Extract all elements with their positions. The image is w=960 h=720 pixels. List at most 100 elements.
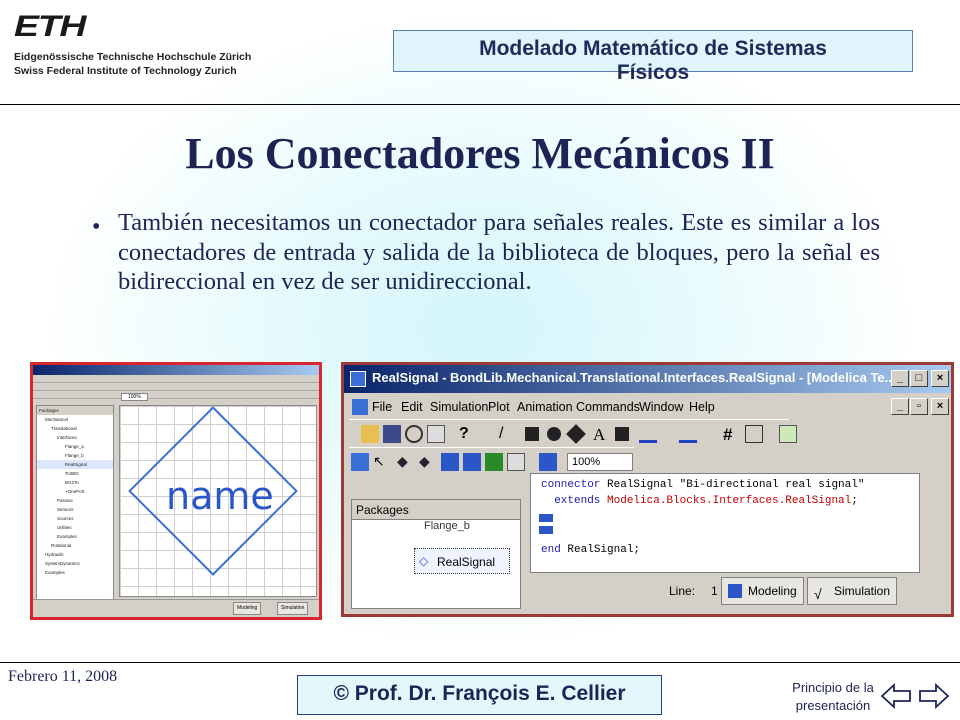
tree-item[interactable]: Passive [37,496,113,505]
polygon-tool-icon[interactable] [566,424,586,444]
cursor-icon[interactable]: ↖ [373,453,391,471]
left-status-bar: Modeling Simulation [33,599,319,617]
line-color-icon[interactable] [639,425,657,443]
tab-simulation[interactable]: √ Simulation [807,577,898,605]
menu-plot[interactable]: Plot [488,400,510,414]
package-item[interactable]: Flange_b [424,520,470,532]
tree-item[interactable]: Examples [37,568,113,577]
icon-view-icon[interactable] [441,453,459,471]
connector-icon [539,526,553,534]
tree-item[interactable]: +OnePort [37,487,113,496]
tree-item-selected[interactable]: RealSignal [37,460,113,469]
tab-modeling[interactable]: Modeling [721,577,804,605]
info-icon[interactable] [485,453,503,471]
footer-date: Febrero 11, 2008 [8,668,118,685]
forward-arrow-icon[interactable]: ◆ [419,453,437,471]
minimize-icon[interactable]: _ [891,370,909,387]
grid-icon[interactable]: # [723,425,741,444]
next-arrow-icon[interactable] [919,682,950,710]
tree-item[interactable]: Examples [37,532,113,541]
tree-item[interactable]: Utilities [37,523,113,532]
bullet-text: También necesitamos un conectador para s… [118,209,880,295]
line-value: 1 [711,584,718,598]
left-toolbar-1 [33,383,319,391]
check-model-icon[interactable] [779,425,797,443]
left-diagram-canvas[interactable]: name [119,405,317,597]
search-icon[interactable] [405,425,423,443]
code-line-2: extends Modelica.Blocks.Interfaces.RealS… [541,495,858,507]
menu-animation[interactable]: Animation [517,400,573,414]
menu-window[interactable]: Window [639,400,683,414]
menu-help[interactable]: Help [689,400,715,414]
menu-file[interactable]: File [372,400,392,414]
doc-minimize-icon[interactable]: _ [891,398,909,415]
documentation-icon[interactable] [539,453,557,471]
menu-commands[interactable]: Commands [576,400,640,414]
code-editor[interactable]: connector RealSignal "Bi-directional rea… [530,473,920,573]
doc-restore-icon[interactable]: ▫ [910,398,928,415]
save-icon[interactable] [383,425,401,443]
close-icon[interactable]: × [931,370,949,387]
ellipse-tool-icon[interactable] [547,427,561,441]
menu-simulation[interactable]: Simulation [430,400,488,414]
left-tree-header: Packages [37,406,113,415]
course-title: Modelado Matemático de Sistemas Físicos [393,34,913,88]
left-menubar [33,375,319,383]
tree-item[interactable]: Sources [37,514,113,523]
fill-color-icon[interactable] [679,425,697,443]
text-view-icon[interactable] [507,453,525,471]
tree-item[interactable]: To2BG [37,469,113,478]
tab-modeling-label: Modeling [748,584,797,598]
simulation-icon: √ [814,586,822,602]
link-line1: Principio de la [792,680,874,695]
package-item-selected[interactable]: ◇ RealSignal [414,548,510,574]
line-label: Line: [669,584,696,598]
left-toolbar-2: 100% [33,391,319,401]
help-icon[interactable]: ? [459,425,477,443]
menu-edit[interactable]: Edit [401,400,423,414]
tree-item[interactable]: Sensors [37,505,113,514]
eth-logo-line1: Eidgenössische Technische Hochschule Zür… [14,51,252,63]
eth-logo-line2: Swiss Federal Institute of Technology Zu… [14,65,237,77]
tree-item[interactable]: Flange_a [37,442,113,451]
right-status-bar: Line: 1 Modeling √ Simulation [659,575,939,607]
bitmap-tool-icon[interactable] [615,427,629,441]
left-package-tree: Packages Mechanical Translational Interf… [36,405,114,601]
doc-close-icon[interactable]: × [931,398,949,415]
tree-item[interactable]: BG2To [37,478,113,487]
diagram-layer-icon[interactable] [463,453,481,471]
header-divider [0,104,960,105]
packages-header: Packages [352,500,520,520]
eth-logo: ETH Eidgenössische Technische Hochschule… [14,12,252,82]
tree-item[interactable]: Rotational [37,541,113,550]
zoom-select[interactable]: 100% [567,453,633,471]
tree-item[interactable]: SystemDynamics [37,559,113,568]
maximize-icon[interactable]: □ [910,370,928,387]
tree-item[interactable]: Mechanical [37,415,113,424]
back-arrow-icon[interactable]: ◆ [397,453,415,471]
line-tool-icon[interactable]: / [499,425,517,443]
diagram-view-icon[interactable] [351,453,369,471]
start-of-presentation-link[interactable]: Principio de la presentación [788,679,878,715]
bullet-marker: • [92,214,101,240]
open-folder-icon[interactable] [361,425,379,443]
tree-item[interactable]: Interfaces [37,433,113,442]
right-menubar: File Edit Simulation Plot Animation Comm… [344,395,951,419]
code-line-3: end RealSignal; [541,544,641,556]
left-tab-modeling[interactable]: Modeling [233,602,262,615]
align-icon[interactable] [745,425,763,443]
tree-item[interactable]: Flange_b [37,451,113,460]
left-zoom-field[interactable]: 100% [121,393,148,401]
tree-item[interactable]: Hydraulic [37,550,113,559]
text-tool-icon[interactable]: A [593,425,611,444]
package-item-label: RealSignal [437,555,496,569]
left-tab-simulation[interactable]: Simulation [277,602,309,615]
connector-icon [539,514,553,522]
app-icon [350,371,366,387]
rectangle-tool-icon[interactable] [525,427,539,441]
check-icon[interactable] [427,425,445,443]
eth-logo-word: ETH [14,10,87,43]
tree-item[interactable]: Translational [37,424,113,433]
doc-icon [352,399,368,415]
previous-arrow-icon[interactable] [880,682,911,710]
